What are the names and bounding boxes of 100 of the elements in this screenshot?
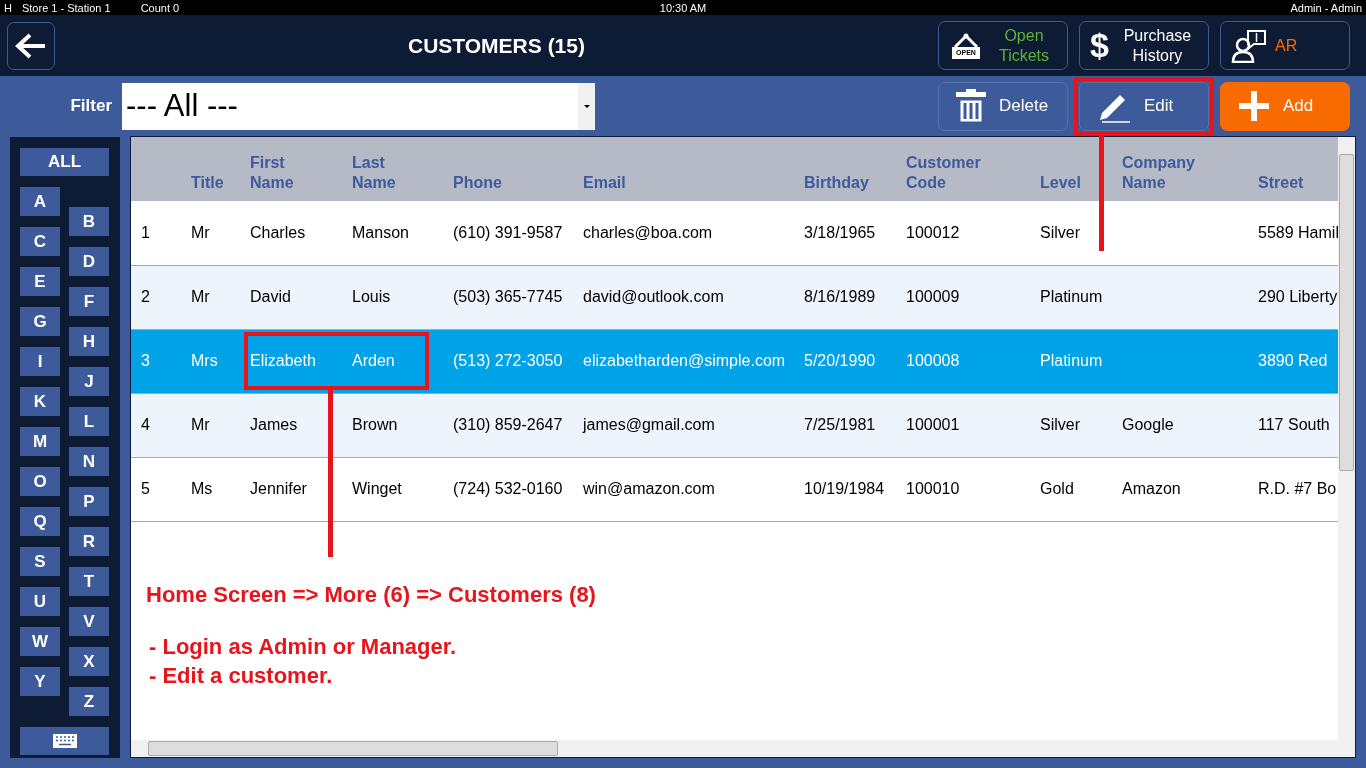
letter-button[interactable]: A <box>20 187 60 216</box>
table-cell: 2 <box>141 288 150 305</box>
caret-icon <box>583 104 590 108</box>
annotation-text: Home Screen => More (6) => Customers (8) <box>146 581 597 608</box>
table-cell: Brown <box>352 416 398 433</box>
table-cell: charles@boa.com <box>583 223 713 241</box>
letter-button[interactable]: S <box>20 547 60 576</box>
letter-button[interactable]: O <box>20 467 60 496</box>
table-cell: Mr <box>191 223 210 241</box>
table-cell: Silver <box>1040 416 1080 433</box>
table-cell: win@amazon.com <box>583 480 715 497</box>
horizontal-scrollbar[interactable] <box>131 740 1338 757</box>
column-header[interactable]: Title <box>191 173 224 193</box>
table-cell: 1 <box>141 223 150 241</box>
letter-button[interactable]: W <box>20 627 60 656</box>
table-cell: Mr <box>191 416 210 433</box>
table-cell: 100008 <box>906 352 960 369</box>
letter-button[interactable]: R <box>69 527 109 556</box>
user-text: Admin - Admin <box>1290 1 1362 14</box>
letter-button[interactable]: T <box>69 567 109 596</box>
keyboard-icon <box>52 734 77 748</box>
table-cell: 3/18/1965 <box>804 223 876 241</box>
filter-dropdown[interactable]: --- All --- <box>122 82 595 130</box>
table-cell: (513) 272-3050 <box>453 352 563 369</box>
table-cell: (503) 365-7745 <box>453 288 563 305</box>
annotation-text: - Edit a customer. <box>149 661 334 690</box>
table-cell: Winget <box>352 480 402 497</box>
table-cell: 8/16/1989 <box>804 288 876 305</box>
table-cell: Arden <box>352 352 395 369</box>
back-button[interactable] <box>7 21 55 70</box>
table-cell: Jennifer <box>250 480 307 497</box>
letter-button[interactable]: D <box>69 247 109 276</box>
table-cell: 100001 <box>906 416 960 433</box>
back-arrow-icon <box>14 31 48 60</box>
status-text: Count 0 <box>140 1 180 14</box>
trash-icon <box>955 89 987 123</box>
letter-button[interactable]: X <box>69 647 109 676</box>
table-cell: (610) 391-9587 <box>453 223 563 241</box>
table-cell: 4 <box>141 416 150 433</box>
table-cell: James <box>250 416 298 433</box>
column-header[interactable]: Street <box>1258 173 1304 193</box>
table-cell: Platinum <box>1040 288 1103 305</box>
letter-button[interactable]: Q <box>20 507 60 536</box>
letter-button[interactable]: E <box>20 267 60 296</box>
table-cell: Mrs <box>191 352 218 369</box>
table-cell: R.D. #7 Bo <box>1258 480 1337 497</box>
table-cell: Platinum <box>1040 352 1103 369</box>
table-cell: Ms <box>191 480 213 497</box>
annotation-text: - Login as Admin or Manager. <box>149 632 458 661</box>
letter-button[interactable]: M <box>20 427 60 456</box>
letter-button[interactable]: Z <box>69 687 109 716</box>
table-cell: 5589 Hamil <box>1258 223 1338 241</box>
letter-button[interactable]: U <box>20 587 60 616</box>
table-cell: 100012 <box>906 223 960 241</box>
letter-button[interactable]: F <box>69 287 109 316</box>
all-letters-button[interactable]: ALL <box>20 148 109 176</box>
table-cell: Louis <box>352 288 391 305</box>
delete-button[interactable]: Delete <box>938 81 1068 131</box>
letter-button[interactable]: Y <box>20 667 60 696</box>
ar-button[interactable]: AR <box>1220 21 1350 70</box>
keyboard-button[interactable] <box>20 727 109 755</box>
dollar-icon: $ <box>1090 26 1109 65</box>
letter-button[interactable]: I <box>20 347 60 376</box>
vertical-scrollbar[interactable] <box>1338 137 1355 740</box>
table-cell: 290 Liberty <box>1258 288 1338 305</box>
table-cell: Gold <box>1040 480 1074 497</box>
table-cell: 3 <box>141 352 150 369</box>
letter-button[interactable]: J <box>69 367 109 396</box>
table-cell: 10/19/1984 <box>804 480 885 497</box>
table-cell: Charles <box>250 223 306 241</box>
column-header[interactable]: Level <box>1040 173 1081 193</box>
letter-button[interactable]: N <box>69 447 109 476</box>
letter-button[interactable]: H <box>69 327 109 356</box>
letter-button[interactable]: C <box>20 227 60 256</box>
letter-button[interactable]: B <box>69 207 109 236</box>
table-row[interactable]: 2 Mr David Louis (503) 365-7745 david@outlook.com 8/16/1989 100009 Platinum 290 Liberty <box>131 265 1338 329</box>
table-cell: Google <box>1122 416 1174 433</box>
table-cell: David <box>250 288 291 305</box>
column-header[interactable]: Phone <box>453 173 502 193</box>
table-cell: Mr <box>191 288 210 305</box>
letter-button[interactable]: G <box>20 307 60 336</box>
letter-button[interactable]: K <box>20 387 60 416</box>
column-header[interactable]: Birthday <box>804 173 869 193</box>
letter-button[interactable]: P <box>69 487 109 516</box>
table-cell: Manson <box>352 223 409 241</box>
status-text: Store 1 - Station 1 <box>21 1 111 14</box>
filter-label: Filter <box>69 96 113 116</box>
table-row[interactable]: 4 Mr James Brown (310) 859-2647 james@gmail.com 7/25/1981 100001 Silver Google 117 South <box>131 393 1338 457</box>
letter-button[interactable]: L <box>69 407 109 436</box>
status-text: H <box>4 1 12 14</box>
letter-button[interactable]: V <box>69 607 109 636</box>
table-cell: 117 South <box>1258 416 1330 433</box>
table-cell: Amazon <box>1122 480 1181 497</box>
table-cell: david@outlook.com <box>583 288 724 305</box>
edit-button[interactable]: Edit <box>1079 81 1209 131</box>
column-header[interactable]: Email <box>583 173 626 193</box>
person-speech-bubble-icon <box>1231 28 1267 63</box>
table-cell: (724) 532-0160 <box>453 480 563 497</box>
table-cell: 5/20/1990 <box>804 352 876 369</box>
table-cell: (310) 859-2647 <box>453 416 563 433</box>
